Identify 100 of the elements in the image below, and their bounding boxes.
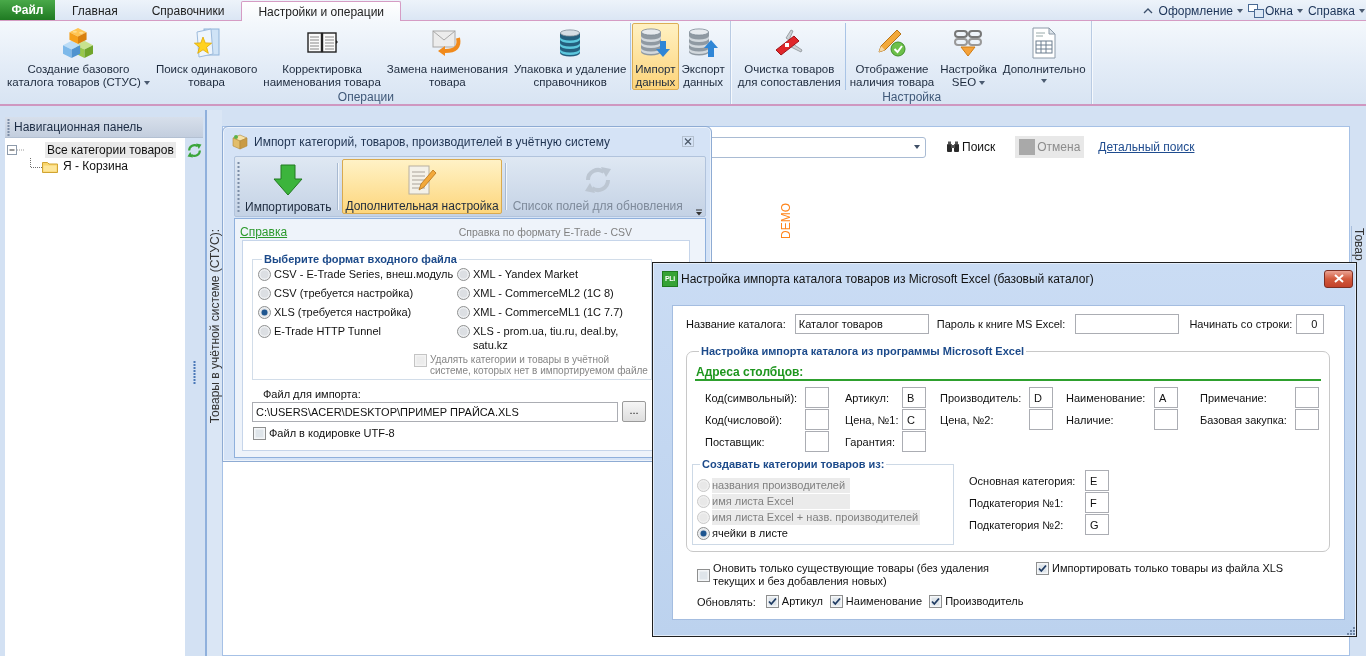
detailed-search-link[interactable]: Детальный поиск xyxy=(1098,140,1195,154)
radio-label: XLS (требуется настройка) xyxy=(274,305,412,319)
checkbox-label: Артикул xyxy=(781,595,823,608)
radio-button[interactable] xyxy=(258,325,271,338)
resize-grip-icon[interactable] xyxy=(1347,627,1355,635)
arrow-down-icon xyxy=(273,164,304,196)
radio-button[interactable] xyxy=(457,287,470,300)
input-field[interactable]: C xyxy=(902,409,926,430)
ribbon-button[interactable]: Настройка SEO xyxy=(937,23,1000,90)
input-field[interactable] xyxy=(805,431,829,452)
caret-icon xyxy=(1359,8,1365,13)
close-icon[interactable] xyxy=(682,136,694,147)
radio-button[interactable] xyxy=(258,268,271,281)
section-heading: Адреса столбцов: xyxy=(695,365,1321,381)
input-field[interactable] xyxy=(1075,314,1180,334)
square-icon xyxy=(1019,139,1036,155)
ribbon-button[interactable]: Экспорт данных xyxy=(678,23,728,90)
menu-button[interactable]: Оформление xyxy=(1157,1,1245,20)
ribbon-button[interactable]: Упаковка и удаление справочников xyxy=(511,23,630,90)
checkbox[interactable] xyxy=(929,595,943,608)
checkbox[interactable] xyxy=(765,595,779,608)
radio-label: XML - CommerceML2 (1C 8) xyxy=(473,286,614,300)
input-field[interactable]: A xyxy=(1154,387,1178,408)
input-field[interactable] xyxy=(1295,409,1319,430)
checkbox[interactable] xyxy=(253,427,266,440)
input-field[interactable]: E xyxy=(1085,470,1109,491)
input-field[interactable] xyxy=(1029,409,1053,430)
close-button[interactable] xyxy=(1324,269,1353,288)
input-field[interactable] xyxy=(1295,387,1319,408)
menu-tab[interactable]: Настройки и операции xyxy=(241,1,402,21)
ribbon-button[interactable]: Корректировка наименования товара xyxy=(260,23,384,90)
dialog-title: Импорт категорий, товаров, производителей в учётную систему xyxy=(254,134,611,149)
group-label: Настройка xyxy=(881,90,943,104)
menu-button[interactable]: Справка xyxy=(1306,1,1366,20)
tree-item[interactable]: Я - Корзина xyxy=(61,158,131,174)
field-label: Название каталога: xyxy=(686,318,786,330)
collapse-icon[interactable] xyxy=(7,145,25,155)
radio-button[interactable] xyxy=(258,306,271,319)
binoculars-icon xyxy=(946,141,960,153)
grip-icon xyxy=(7,118,10,136)
ribbon-button[interactable]: Очистка товаров для сопоставления xyxy=(734,23,844,90)
radio-button[interactable] xyxy=(457,306,470,319)
ribbon-button[interactable]: Импорт данных xyxy=(632,23,679,90)
ribbon-button[interactable]: Отображение наличия товара xyxy=(846,23,938,90)
field-label: Поставщик: xyxy=(705,435,766,448)
ribbon-button[interactable]: Замена наименования товара xyxy=(383,23,511,90)
input-field[interactable] xyxy=(902,431,926,452)
help-text: Справка по формату E-Trade - CSV xyxy=(458,225,632,238)
ribbon-button[interactable]: Создание базового каталога товаров (СТУС) xyxy=(4,23,153,90)
input-field[interactable]: F xyxy=(1085,492,1109,513)
group-label: Операции xyxy=(336,90,395,104)
input-field[interactable] xyxy=(805,387,829,408)
input-field[interactable]: Каталог товаров xyxy=(794,314,929,334)
radio-label: ячейки в листе xyxy=(712,525,789,541)
field-label: Артикул: xyxy=(844,391,891,404)
toolbar-button[interactable]: Поиск xyxy=(942,136,1000,158)
input-field[interactable] xyxy=(1154,409,1178,430)
input-field[interactable] xyxy=(805,409,829,430)
chain-funnel-icon xyxy=(953,29,984,57)
menu-tab[interactable]: Файл xyxy=(0,0,55,20)
radio-button[interactable] xyxy=(457,268,470,281)
input-field[interactable]: D xyxy=(1029,387,1053,408)
overflow-icon[interactable] xyxy=(695,209,703,216)
pencil-check-icon xyxy=(877,29,906,57)
grip-icon xyxy=(192,361,196,385)
tree-item[interactable]: Все категории товаров xyxy=(45,142,176,158)
input-field[interactable]: 0 xyxy=(1296,314,1325,334)
field-label: Подкатегория №2: xyxy=(969,518,1065,531)
field-label: Обновлять: xyxy=(697,595,756,608)
ribbon-button[interactable]: Дополнительно xyxy=(999,23,1089,90)
toolbar-button[interactable]: Дополнительная настройка xyxy=(342,159,502,214)
radio-label: XML - Yandex Market xyxy=(473,267,578,281)
ribbon-button[interactable]: Поиск одинакового товара xyxy=(152,23,261,90)
radio-label: CSV - E-Trade Series, внеш.модуль xyxy=(274,267,454,281)
input-field[interactable]: G xyxy=(1085,514,1109,535)
checkbox[interactable] xyxy=(697,568,710,582)
radio-button[interactable] xyxy=(457,325,470,338)
toolbar-button[interactable]: Импортировать xyxy=(242,159,335,214)
radio-button[interactable] xyxy=(258,287,271,300)
radio-button[interactable] xyxy=(697,526,710,540)
menu-tab[interactable]: Главная xyxy=(55,1,135,20)
field-label: Код(символьный): xyxy=(705,391,799,404)
radio-label: E-Trade HTTP Tunnel xyxy=(274,324,381,338)
file-path-field[interactable]: C:\USERS\ACER\DESKTOP\ПРИМЕР ПРАЙСА.XLS xyxy=(252,401,618,422)
checkbox[interactable] xyxy=(829,595,843,608)
demo-mark: DEMO xyxy=(779,203,793,239)
checkbox-label: Файл в кодировке UTF-8 xyxy=(269,427,395,440)
caret-icon xyxy=(914,145,920,149)
chevron-up-icon[interactable] xyxy=(1142,6,1153,14)
field-label: Наличие: xyxy=(1065,413,1115,426)
refresh-icon[interactable] xyxy=(186,143,202,158)
checkbox[interactable] xyxy=(1036,562,1049,575)
panel-title: Навигационная панель xyxy=(14,120,143,134)
field-label: Подкатегория №1: xyxy=(969,496,1065,509)
menu-tab[interactable]: Справочники xyxy=(134,1,242,20)
menu-button[interactable]: Окна xyxy=(1247,1,1304,20)
field-label: Базовая закупка: xyxy=(1199,413,1288,426)
browse-button[interactable]: ... xyxy=(622,401,646,422)
pocket-knife-icon xyxy=(775,29,804,57)
input-field[interactable]: B xyxy=(902,387,926,408)
